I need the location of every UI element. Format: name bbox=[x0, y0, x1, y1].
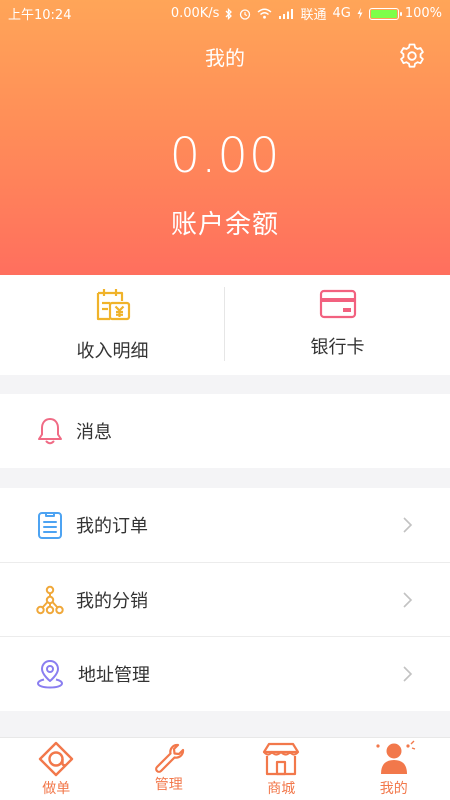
account-balance-label: 账户余额 bbox=[170, 210, 279, 240]
address-management-label: 地址管理 bbox=[78, 665, 150, 686]
tab-order[interactable]: 做单 bbox=[0, 738, 113, 800]
clipboard-icon bbox=[38, 512, 62, 539]
wifi-icon bbox=[258, 8, 272, 19]
status-time: 上午10:24 bbox=[8, 8, 72, 23]
network-speed: 0.00K/s bbox=[170, 6, 220, 21]
tab-mine[interactable]: 我的 bbox=[338, 738, 450, 800]
my-orders-row[interactable]: 我的订单 bbox=[0, 488, 450, 562]
my-distribution-row[interactable]: 我的分销 bbox=[0, 563, 450, 636]
battery-percent: 100% bbox=[404, 6, 442, 21]
tab-shop-label: 商城 bbox=[267, 781, 296, 797]
income-detail-label: 收入明细 bbox=[76, 341, 149, 362]
status-indicators: 0.00K/s 联通 4G 100% bbox=[171, 4, 442, 23]
tab-manage-label: 管理 bbox=[154, 777, 183, 793]
bank-card-button[interactable]: 银行卡 bbox=[225, 275, 450, 375]
charging-icon bbox=[357, 8, 363, 19]
tab-order-label: 做单 bbox=[42, 781, 71, 797]
shop-icon bbox=[263, 742, 300, 776]
chevron-right-icon bbox=[403, 591, 413, 608]
wrench-icon bbox=[154, 743, 184, 773]
status-bar: 上午10:24 0.00K/s 联通 4G 100% bbox=[0, 0, 450, 24]
network-type: 4G bbox=[332, 6, 351, 21]
profile-header: 上午10:24 0.00K/s 联通 4G 100% 我的 0.00 账户余额 bbox=[0, 0, 450, 275]
my-distribution-label: 我的分销 bbox=[76, 590, 148, 612]
battery-icon bbox=[368, 7, 402, 20]
income-detail-icon bbox=[96, 289, 131, 321]
address-management-row[interactable]: 地址管理 bbox=[0, 637, 450, 711]
message-label: 消息 bbox=[76, 422, 112, 443]
gear-icon[interactable] bbox=[398, 42, 426, 70]
distribution-tree-icon bbox=[36, 585, 64, 614]
chevron-right-icon bbox=[403, 666, 413, 682]
alarm-icon bbox=[240, 8, 251, 20]
tab-manage[interactable]: 管理 bbox=[113, 738, 226, 800]
income-detail-button[interactable]: 收入明细 bbox=[0, 275, 225, 375]
battery-level bbox=[370, 9, 397, 18]
bluetooth-icon bbox=[225, 7, 233, 20]
signal-icon bbox=[279, 9, 294, 19]
carrier-name: 联通 bbox=[300, 8, 327, 23]
tab-mine-label: 我的 bbox=[379, 781, 408, 797]
page-title: 我的 bbox=[205, 46, 245, 70]
quick-actions: 收入明细 银行卡 bbox=[0, 275, 450, 375]
tab-shop[interactable]: 商城 bbox=[225, 738, 338, 800]
profile-icon bbox=[376, 740, 415, 774]
bank-card-icon bbox=[319, 289, 357, 319]
bell-icon bbox=[38, 418, 62, 445]
my-orders-label: 我的订单 bbox=[76, 516, 148, 537]
account-balance: 0.00 bbox=[169, 128, 281, 184]
order-tab-icon bbox=[39, 741, 74, 777]
location-pin-icon bbox=[37, 660, 63, 689]
chevron-right-icon bbox=[403, 517, 413, 533]
bottom-tab-bar: 做单 管理 商城 我的 bbox=[0, 737, 450, 800]
bank-card-label: 银行卡 bbox=[310, 337, 365, 358]
message-row[interactable]: 消息 bbox=[0, 394, 450, 468]
